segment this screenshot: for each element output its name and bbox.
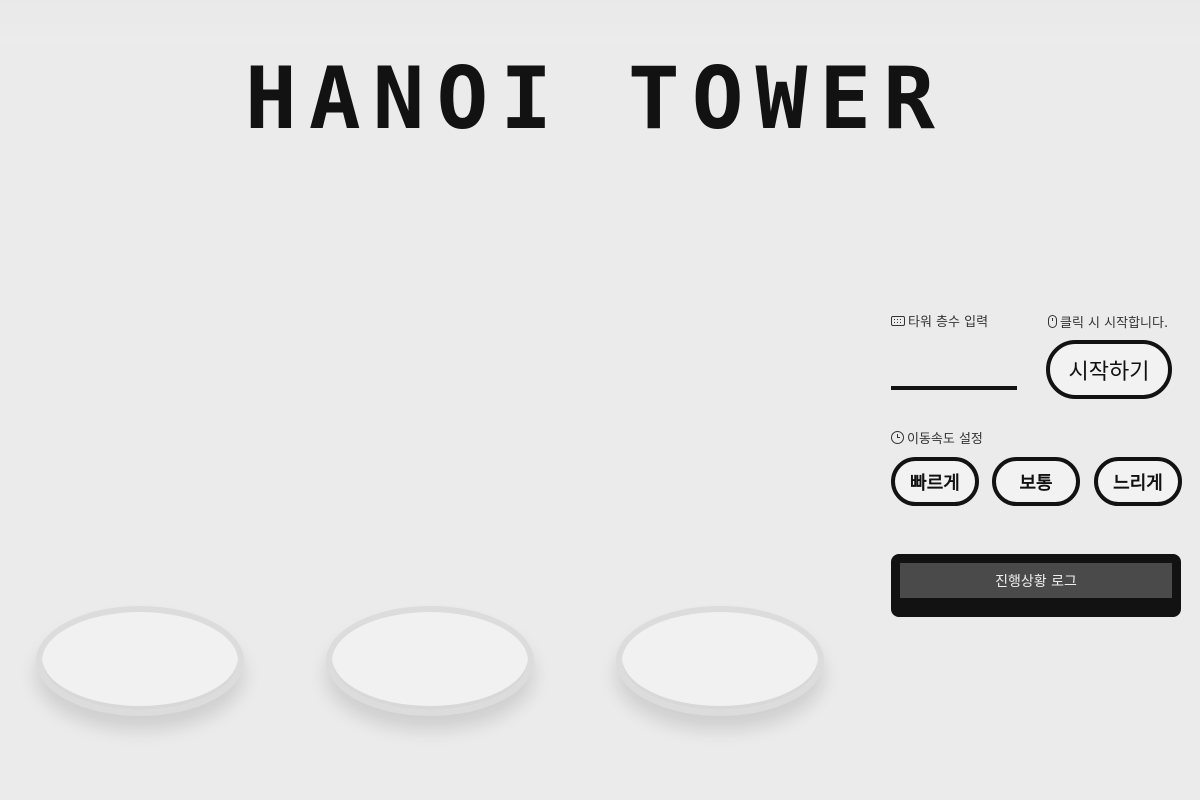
- speed-normal-button[interactable]: 보통: [992, 457, 1080, 506]
- mouse-icon: [1048, 315, 1057, 328]
- floors-input[interactable]: [891, 348, 1017, 390]
- click-hint: 클릭 시 시작합니다.: [1048, 312, 1168, 331]
- floors-label-text: 타워 층수 입력: [908, 315, 989, 330]
- keyboard-icon: [891, 315, 905, 326]
- start-button[interactable]: 시작하기: [1046, 340, 1172, 399]
- speed-slow-button[interactable]: 느리게: [1094, 457, 1182, 506]
- control-panel: 타워 층수 입력 클릭 시 시작합니다. 시작하기 이동속도 설정 빠르게 보통…: [891, 308, 1183, 628]
- progress-log: 진행상황 로그: [891, 554, 1181, 617]
- page-title: HANOI TOWER: [245, 49, 947, 149]
- alarm-clock-icon: [891, 431, 904, 444]
- floors-label: 타워 층수 입력: [891, 311, 988, 330]
- top-band: [0, 0, 1200, 44]
- tower-base-1[interactable]: [36, 606, 244, 716]
- hanoi-tower-page: HANOI TOWER 타워 층수 입력 클릭 시 시작합니다. 시작하기 이동…: [0, 0, 1200, 800]
- speed-label-text: 이동속도 설정: [907, 432, 983, 447]
- speed-fast-button[interactable]: 빠르게: [891, 457, 979, 506]
- click-hint-text: 클릭 시 시작합니다.: [1060, 316, 1169, 331]
- speed-label: 이동속도 설정: [891, 428, 983, 447]
- tower-base-2[interactable]: [326, 606, 534, 716]
- tower-base-3[interactable]: [616, 606, 824, 716]
- progress-log-header: 진행상황 로그: [900, 563, 1172, 598]
